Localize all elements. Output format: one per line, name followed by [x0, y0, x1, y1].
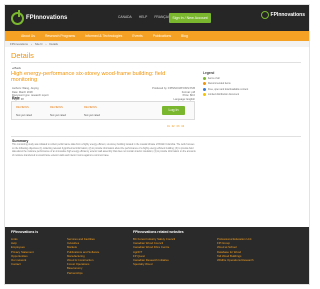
- site-footer: FPInnovations is Links Help Employees Pr…: [5, 227, 309, 284]
- rating-item-3[interactable]: REVIEWS: [84, 105, 97, 109]
- legend-label: Recommended items: [208, 82, 231, 86]
- legend-panel: Legend Items of all Recommended items Fr…: [203, 71, 303, 99]
- summary-heading: Summary: [12, 139, 29, 143]
- login-button[interactable]: Log In: [162, 106, 185, 115]
- footer-col-related: FPInnovations related websites BC Forest…: [133, 230, 184, 266]
- yellow-dot-icon: [203, 93, 206, 97]
- footer-col-about: FPInnovations is Links Help Employees Pr…: [11, 230, 38, 266]
- nav-item-technologies[interactable]: Informed & Technologies: [85, 34, 122, 38]
- fpinnovations-logo-icon: [11, 9, 24, 25]
- signin-button[interactable]: Sign In / New Account: [169, 13, 211, 23]
- site-header: FPInnovations CANADA HELP FRANÇAIS Sign …: [5, 5, 309, 31]
- breadcrumb-item[interactable]: Site N: [35, 42, 43, 46]
- rating-value-2: Not yet rated: [50, 113, 67, 117]
- breadcrumb-separator: ›: [45, 42, 47, 46]
- main-content: Details ◂ Back High energy-performance s…: [5, 47, 309, 227]
- metadata-left: Authors: Wang, Jieying Date: March 2018 …: [12, 87, 82, 101]
- nav-item-blog[interactable]: Blog: [181, 34, 188, 38]
- legend-item: Items of all: [203, 77, 303, 80]
- rating-panel: REVIEWS REVIEWS REVIEWS Not yet rated No…: [11, 101, 195, 120]
- nav-item-events[interactable]: Events: [132, 34, 142, 38]
- page-link[interactable]: 01: [167, 125, 170, 128]
- footer-link[interactable]: Wildfire Operations Research: [217, 258, 254, 262]
- rate-heading: Rate: [12, 96, 20, 100]
- footer-heading: FPInnovations related websites: [133, 230, 184, 234]
- legend-title: Legend: [203, 71, 215, 75]
- page-link[interactable]: 04: [181, 125, 184, 128]
- breadcrumb-separator: ›: [30, 42, 32, 46]
- footer-heading: FPInnovations is: [11, 230, 39, 234]
- footer-link[interactable]: Partnerships: [67, 271, 99, 275]
- footer-col-more: Professional Education Unit FPI Group Wo…: [217, 237, 254, 262]
- site-logo[interactable]: FPInnovations: [11, 9, 68, 25]
- title-divider: [11, 62, 301, 63]
- green-dot-icon: [203, 77, 206, 80]
- legend-item: Recommended items: [203, 82, 303, 86]
- breadcrumb-item: Details: [49, 42, 58, 46]
- utility-links: CANADA HELP FRANÇAIS: [118, 15, 171, 19]
- pagination: 01 02 03 04: [167, 125, 184, 128]
- legend-label: Free, open and downloadable content: [208, 87, 249, 91]
- brand-icon: [260, 11, 269, 19]
- rating-value-1: Not yet rated: [16, 113, 33, 117]
- utility-link-help[interactable]: HELP: [139, 15, 148, 19]
- footer-col-services: Services and Facilities Industries Marke…: [67, 237, 99, 275]
- footer-link[interactable]: Contact: [11, 262, 38, 266]
- metadata-right: Produced by: FPINNOVATIONS PUB Format: p…: [125, 87, 195, 101]
- page-link[interactable]: 03: [177, 125, 180, 128]
- utility-link-canada[interactable]: CANADA: [118, 15, 132, 19]
- nav-item-about[interactable]: About Us: [21, 34, 35, 38]
- breadcrumb-item[interactable]: FPInnovations: [10, 42, 28, 46]
- publication-title: High energy-performance six-storey wood-…: [11, 71, 166, 84]
- legend-item: Limited distribution document: [203, 93, 303, 97]
- rating-value-3: Not yet rated: [84, 113, 101, 117]
- legend-label: Items of all: [208, 77, 220, 80]
- nav-item-publications[interactable]: Publications: [153, 34, 171, 38]
- page-title: Details: [11, 51, 34, 60]
- rating-item-1[interactable]: REVIEWS: [16, 105, 29, 109]
- orange-dot-icon: [203, 82, 206, 86]
- nav-item-research[interactable]: Research Programs: [45, 34, 75, 38]
- back-link[interactable]: ◂ Back: [12, 66, 21, 70]
- browser-frame: FPInnovations CANADA HELP FRANÇAIS Sign …: [4, 4, 310, 285]
- footer-link[interactable]: Specialty Wood: [133, 262, 184, 266]
- fpinnovations-brand[interactable]: FPInnovations: [260, 11, 305, 19]
- summary-divider: [11, 136, 301, 137]
- page-link[interactable]: 02: [172, 125, 175, 128]
- legend-label: Limited distribution document: [208, 93, 240, 97]
- logo-text: FPInnovations: [26, 15, 68, 21]
- rating-item-2[interactable]: REVIEWS: [50, 105, 63, 109]
- legend-item: Free, open and downloadable content: [203, 87, 303, 91]
- blue-dot-icon: [203, 87, 206, 91]
- summary-text: This monitoring study was initiated to c…: [12, 144, 196, 157]
- main-nav: About Us Research Programs Informed & Te…: [5, 31, 309, 41]
- brand-text: FPInnovations: [270, 12, 305, 18]
